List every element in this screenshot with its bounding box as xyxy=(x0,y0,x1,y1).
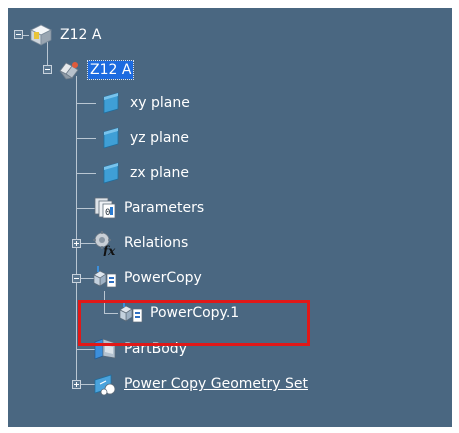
specification-tree-panel: Z12 A Z12 A xy plane yz plane zx plane 0… xyxy=(8,8,452,427)
tree-node-label: Power Copy Geometry Set xyxy=(124,376,308,392)
plane-icon xyxy=(98,125,124,151)
collapse-toggle-powercopy[interactable] xyxy=(72,274,81,283)
tree-connector xyxy=(76,103,96,104)
tree-node-label: Z12 A xyxy=(86,60,135,80)
tree-node-parameters[interactable]: 0 Parameters xyxy=(92,194,204,222)
product-icon xyxy=(28,22,54,48)
svg-text:fx: fx xyxy=(102,244,116,256)
relations-fx-icon: fx xyxy=(92,230,118,256)
geometrical-set-icon xyxy=(92,371,118,397)
tree-node-yz-plane[interactable]: yz plane xyxy=(98,124,189,152)
collapse-toggle-root[interactable] xyxy=(14,30,23,39)
tree-node-label: PowerCopy xyxy=(124,270,202,286)
svg-text:0: 0 xyxy=(105,208,110,218)
tree-node-label: Relations xyxy=(124,235,189,251)
plane-icon xyxy=(98,90,124,116)
tree-node-label: yz plane xyxy=(130,130,189,146)
tree-node-part[interactable]: Z12 A xyxy=(56,56,135,84)
tree-node-label: zx plane xyxy=(130,165,189,181)
tree-connector xyxy=(76,76,77,389)
tree-node-powercopy[interactable]: PowerCopy xyxy=(92,264,202,292)
tree-node-label: Z12 A xyxy=(60,27,102,43)
part-icon xyxy=(56,57,82,83)
tree-connector xyxy=(76,138,96,139)
tree-connector xyxy=(76,173,96,174)
tree-node-xy-plane[interactable]: xy plane xyxy=(98,89,190,117)
annotation-highlight-box xyxy=(78,300,310,346)
tree-node-label: xy plane xyxy=(130,95,190,111)
tree-node-relations[interactable]: fx Relations xyxy=(92,229,188,257)
tree-node-root[interactable]: Z12 A xyxy=(28,21,101,49)
expand-toggle-relations[interactable] xyxy=(72,239,81,248)
tree-node-zx-plane[interactable]: zx plane xyxy=(98,159,189,187)
tree-node-geometry-set[interactable]: Power Copy Geometry Set xyxy=(92,370,308,398)
tree-node-label: Parameters xyxy=(124,200,205,216)
plane-icon xyxy=(98,160,124,186)
powercopy-icon xyxy=(92,265,118,291)
parameters-icon: 0 xyxy=(92,195,118,221)
collapse-toggle-part[interactable] xyxy=(43,65,52,74)
expand-toggle-geometry-set[interactable] xyxy=(72,380,81,389)
